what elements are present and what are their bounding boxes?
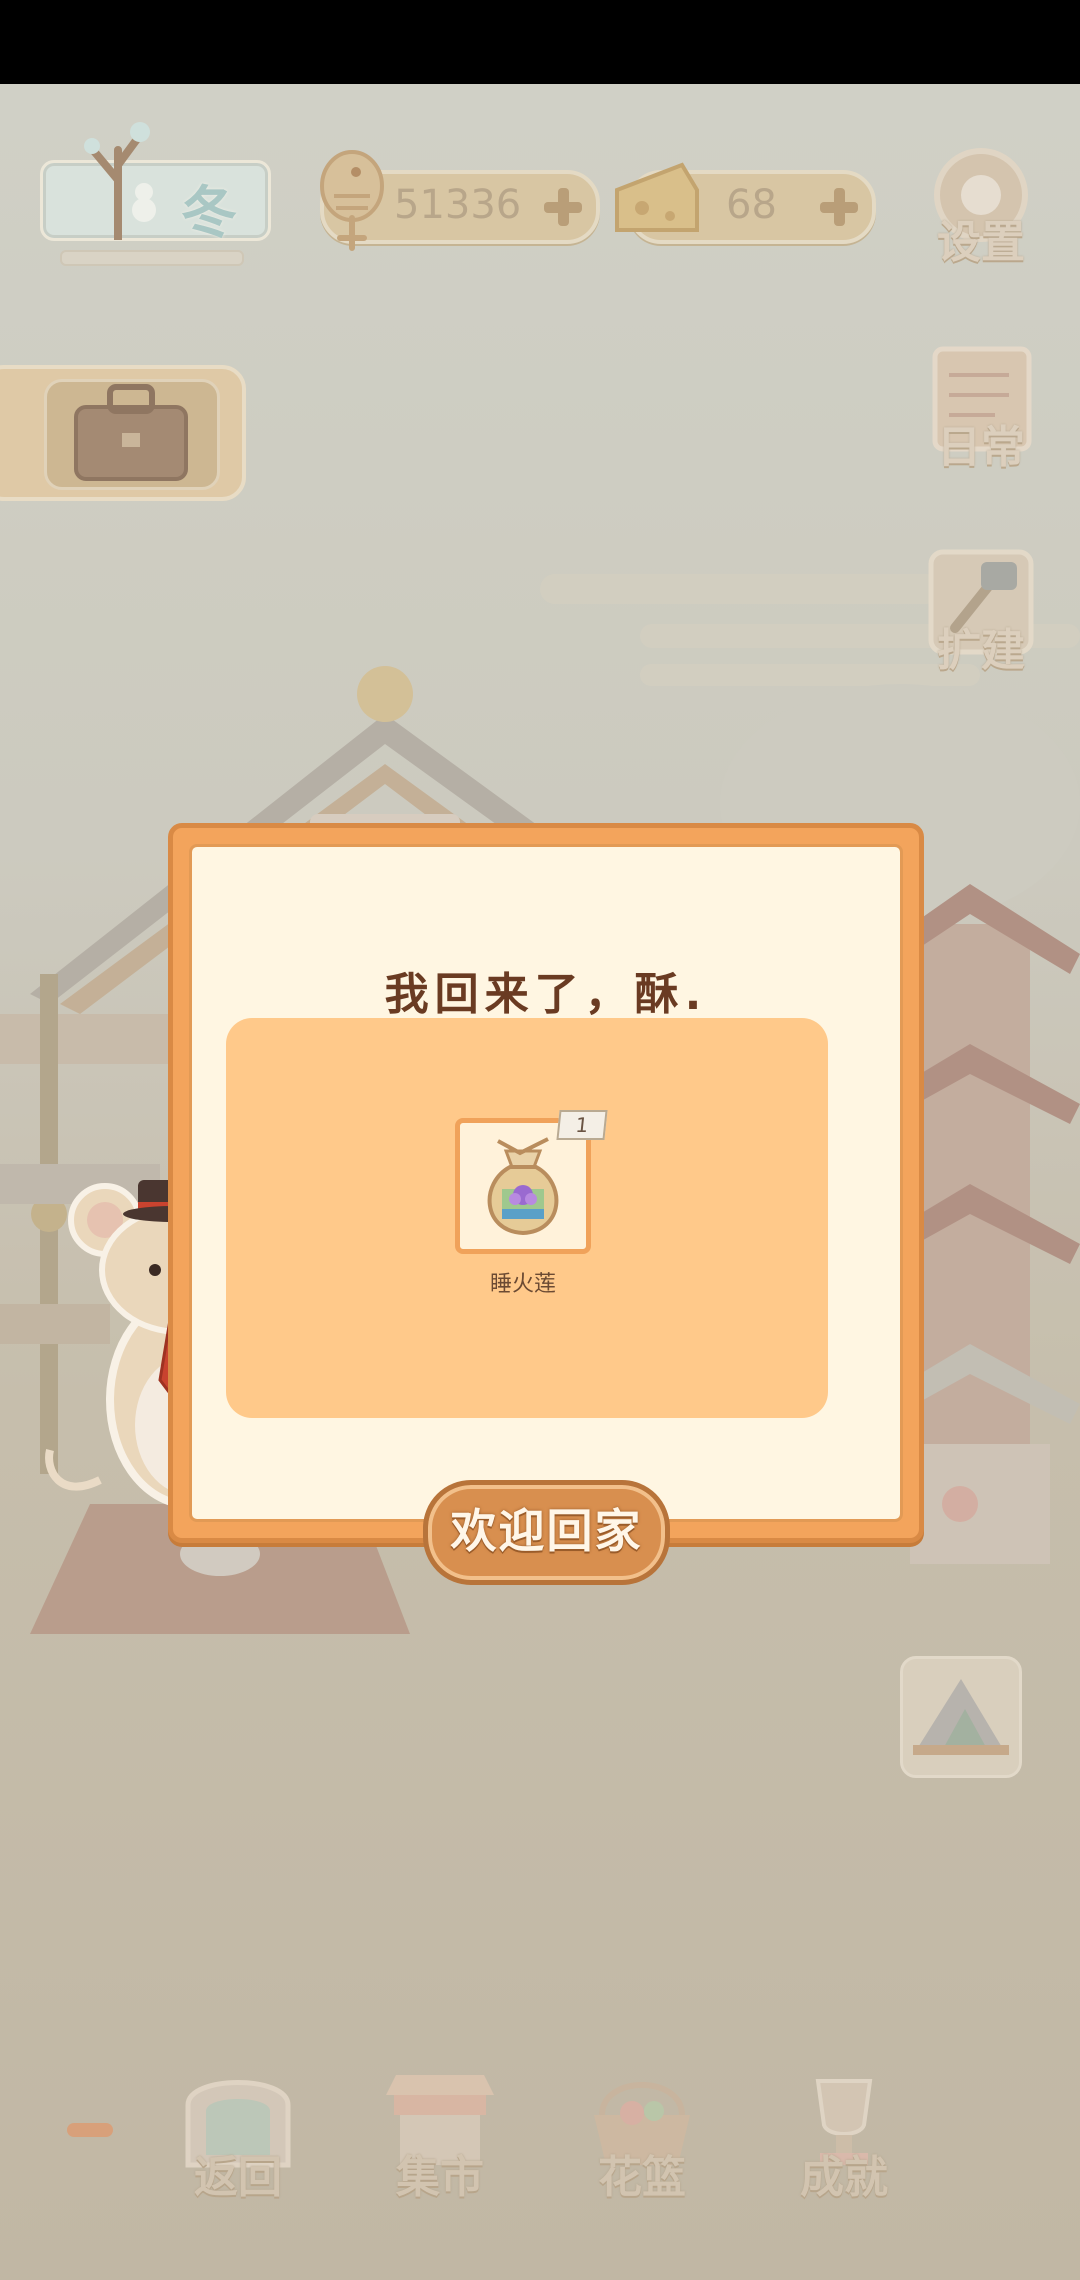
nav-back-button[interactable]: 返回 <box>178 2065 298 2205</box>
expand-label: 扩建 <box>937 625 1025 676</box>
add-fish-button[interactable] <box>542 186 584 228</box>
nav-market-button[interactable]: 集市 <box>380 2065 500 2205</box>
expand-button[interactable]: 扩建 <box>925 548 1037 678</box>
reward-dialog: 我回来了，酥. 1 睡火莲 <box>168 823 924 1543</box>
nav-back-label: 返回 <box>194 2152 282 2203</box>
daily-button[interactable]: 日常 <box>925 345 1037 475</box>
fish-currency-value: 51336 <box>394 182 522 228</box>
season-badge[interactable]: 冬 <box>40 110 271 246</box>
nav-achievement-label: 成就 <box>800 2152 888 2203</box>
bag-panel[interactable] <box>0 365 246 501</box>
nav-market-label: 集市 <box>396 2152 484 2203</box>
cheese-currency-value: 68 <box>726 182 777 228</box>
item-count-tag: 1 <box>556 1110 608 1140</box>
daily-label: 日常 <box>937 422 1025 473</box>
welcome-home-button[interactable]: 欢迎回家 <box>423 1480 670 1585</box>
reward-item-name: 睡火莲 <box>489 1272 556 1297</box>
dialog-title: 我回来了，酥. <box>384 969 708 1020</box>
cheese-icon <box>615 162 699 232</box>
settings-label: 设置 <box>937 217 1025 268</box>
settings-button[interactable]: 设置 <box>925 140 1037 270</box>
reward-panel: 1 睡火莲 <box>226 1018 828 1418</box>
nav-achievement-button[interactable]: 成就 <box>784 2065 904 2205</box>
seed-bag-icon <box>487 1137 559 1236</box>
briefcase-icon <box>74 384 188 481</box>
map-button[interactable] <box>900 1656 1022 1778</box>
season-progress-bar <box>60 250 244 266</box>
nav-basket-button[interactable]: 花篮 <box>582 2065 702 2205</box>
fish-bone-icon <box>320 150 384 251</box>
nav-basket-label: 花篮 <box>598 2152 686 2203</box>
snowy-tree-icon <box>84 122 156 240</box>
season-label: 冬 <box>181 181 237 246</box>
mountain-icon <box>913 1679 1009 1755</box>
add-cheese-button[interactable] <box>818 186 860 228</box>
nav-handle[interactable] <box>67 2123 113 2137</box>
status-bar <box>0 0 1080 84</box>
